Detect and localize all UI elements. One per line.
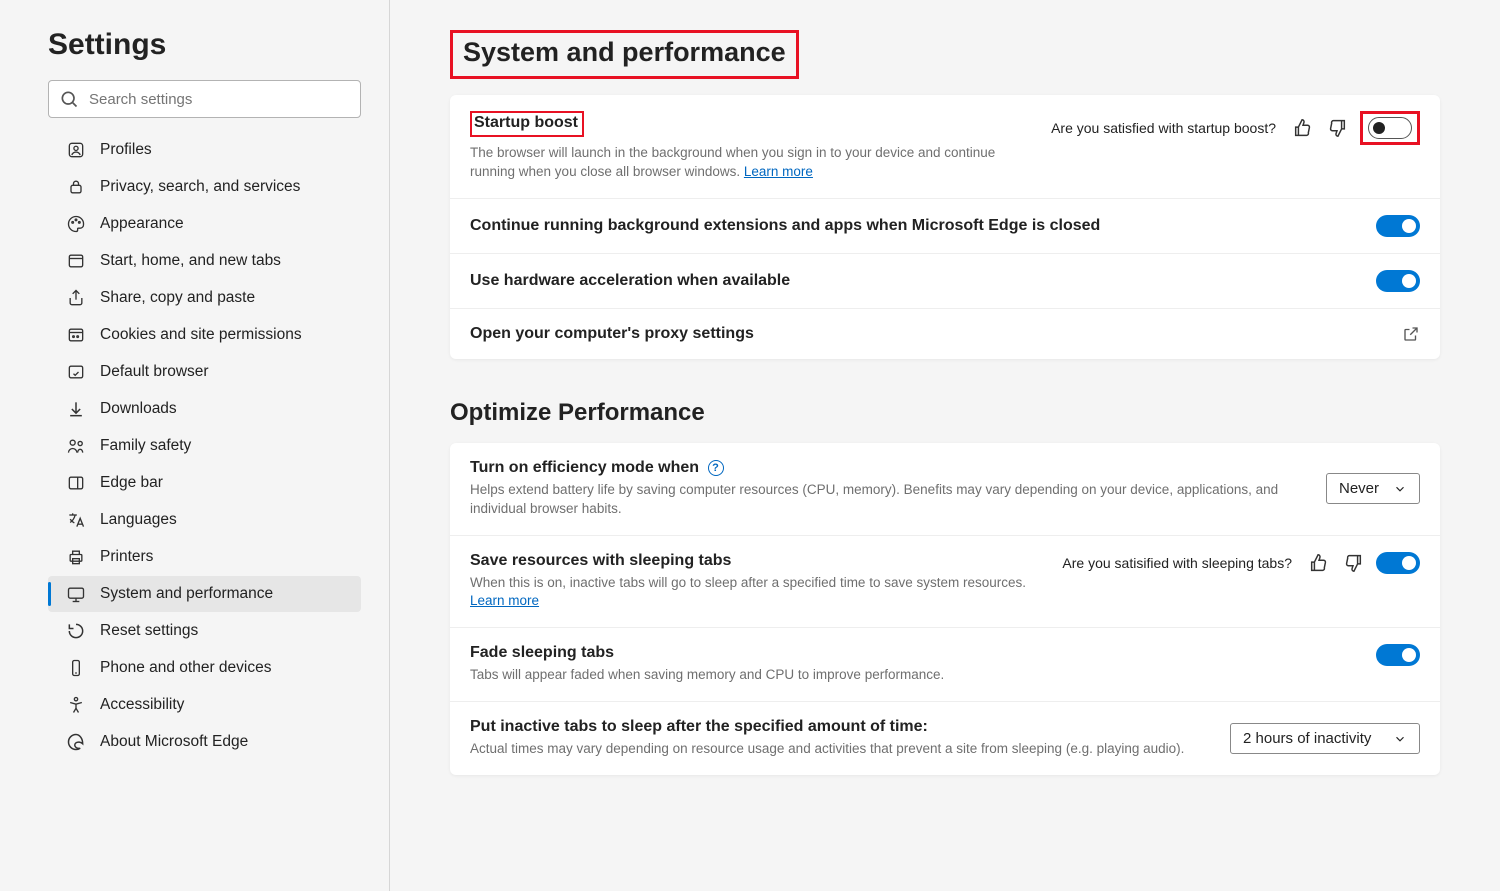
sleeping-learn-more-link[interactable]: Learn more (470, 593, 539, 608)
hardware-accel-title: Use hardware acceleration when available (470, 272, 790, 289)
startup-boost-row: Startup boost The browser will launch in… (450, 95, 1440, 199)
lock-icon (66, 177, 86, 197)
efficiency-desc: Helps extend battery life by saving comp… (470, 481, 1290, 519)
efficiency-select[interactable]: Never (1326, 473, 1420, 504)
startup-boost-toggle[interactable] (1368, 117, 1412, 139)
thumbs-down-icon[interactable] (1342, 552, 1364, 574)
system-icon (66, 584, 86, 604)
fade-tabs-title: Fade sleeping tabs (470, 644, 614, 661)
proxy-row[interactable]: Open your computer's proxy settings (450, 309, 1440, 359)
sleeping-feedback-text: Are you satisified with sleeping tabs? (1062, 555, 1292, 571)
system-card: Startup boost The browser will launch in… (450, 95, 1440, 359)
nav-about[interactable]: About Microsoft Edge (48, 724, 361, 760)
window-icon (66, 251, 86, 271)
hardware-accel-toggle[interactable] (1376, 270, 1420, 292)
nav-system[interactable]: System and performance (48, 576, 361, 612)
sidebar-icon (66, 473, 86, 493)
settings-sidebar: Settings Profiles Privacy, search, and s… (0, 0, 390, 891)
nav-accessibility[interactable]: Accessibility (48, 687, 361, 723)
search-settings-input[interactable] (48, 80, 361, 118)
optimize-section-title: Optimize Performance (450, 399, 1440, 427)
nav-languages[interactable]: Languages (48, 502, 361, 538)
nav-privacy[interactable]: Privacy, search, and services (48, 169, 361, 205)
hardware-accel-row: Use hardware acceleration when available (450, 254, 1440, 309)
nav-appearance[interactable]: Appearance (48, 206, 361, 242)
main-content: System and performance Startup boost The… (390, 0, 1500, 891)
nav-start-home[interactable]: Start, home, and new tabs (48, 243, 361, 279)
startup-boost-desc: The browser will launch in the backgroun… (470, 144, 1031, 182)
thumbs-up-icon[interactable] (1292, 117, 1314, 139)
fade-tabs-row: Fade sleeping tabs Tabs will appear fade… (450, 628, 1440, 702)
background-ext-row: Continue running background extensions a… (450, 199, 1440, 254)
startup-learn-more-link[interactable]: Learn more (744, 164, 813, 179)
sleeping-tabs-desc: When this is on, inactive tabs will go t… (470, 574, 1042, 612)
page-title: System and performance (450, 30, 799, 79)
nav-phone[interactable]: Phone and other devices (48, 650, 361, 686)
edge-icon (66, 732, 86, 752)
nav-downloads[interactable]: Downloads (48, 391, 361, 427)
nav-default-browser[interactable]: Default browser (48, 354, 361, 390)
family-icon (66, 436, 86, 456)
sleeping-tabs-toggle[interactable] (1376, 552, 1420, 574)
inactive-sleep-row: Put inactive tabs to sleep after the spe… (450, 702, 1440, 775)
nav-share[interactable]: Share, copy and paste (48, 280, 361, 316)
inactive-sleep-desc: Actual times may vary depending on resou… (470, 740, 1210, 759)
chevron-down-icon (1393, 732, 1407, 746)
nav-family[interactable]: Family safety (48, 428, 361, 464)
optimize-card: Turn on efficiency mode when ? Helps ext… (450, 443, 1440, 775)
info-icon[interactable]: ? (708, 460, 724, 476)
nav-edge-bar[interactable]: Edge bar (48, 465, 361, 501)
sleeping-tabs-row: Save resources with sleeping tabs When t… (450, 536, 1440, 629)
fade-tabs-toggle[interactable] (1376, 644, 1420, 666)
settings-title: Settings (48, 28, 361, 62)
fade-tabs-desc: Tabs will appear faded when saving memor… (470, 666, 1290, 685)
startup-toggle-highlight (1360, 111, 1420, 145)
cookies-icon (66, 325, 86, 345)
language-icon (66, 510, 86, 530)
browser-check-icon (66, 362, 86, 382)
nav-profiles[interactable]: Profiles (48, 132, 361, 168)
external-link-icon (1402, 325, 1420, 343)
efficiency-row: Turn on efficiency mode when ? Helps ext… (450, 443, 1440, 536)
sleeping-tabs-title: Save resources with sleeping tabs (470, 552, 731, 569)
thumbs-down-icon[interactable] (1326, 117, 1348, 139)
inactive-sleep-title: Put inactive tabs to sleep after the spe… (470, 718, 928, 735)
background-ext-toggle[interactable] (1376, 215, 1420, 237)
settings-nav: Profiles Privacy, search, and services A… (48, 132, 361, 761)
reset-icon (66, 621, 86, 641)
nav-printers[interactable]: Printers (48, 539, 361, 575)
inactive-sleep-select[interactable]: 2 hours of inactivity (1230, 723, 1420, 754)
efficiency-title: Turn on efficiency mode when ? (470, 459, 724, 476)
nav-cookies[interactable]: Cookies and site permissions (48, 317, 361, 353)
phone-icon (66, 658, 86, 678)
printer-icon (66, 547, 86, 567)
proxy-title: Open your computer's proxy settings (470, 325, 754, 342)
startup-feedback-text: Are you satisfied with startup boost? (1051, 120, 1276, 136)
startup-boost-title: Startup boost (470, 111, 584, 137)
profile-icon (66, 140, 86, 160)
accessibility-icon (66, 695, 86, 715)
search-field[interactable] (89, 91, 350, 108)
share-icon (66, 288, 86, 308)
download-icon (66, 399, 86, 419)
chevron-down-icon (1393, 482, 1407, 496)
palette-icon (66, 214, 86, 234)
thumbs-up-icon[interactable] (1308, 552, 1330, 574)
nav-reset[interactable]: Reset settings (48, 613, 361, 649)
background-ext-title: Continue running background extensions a… (470, 217, 1100, 234)
search-icon (59, 89, 79, 109)
